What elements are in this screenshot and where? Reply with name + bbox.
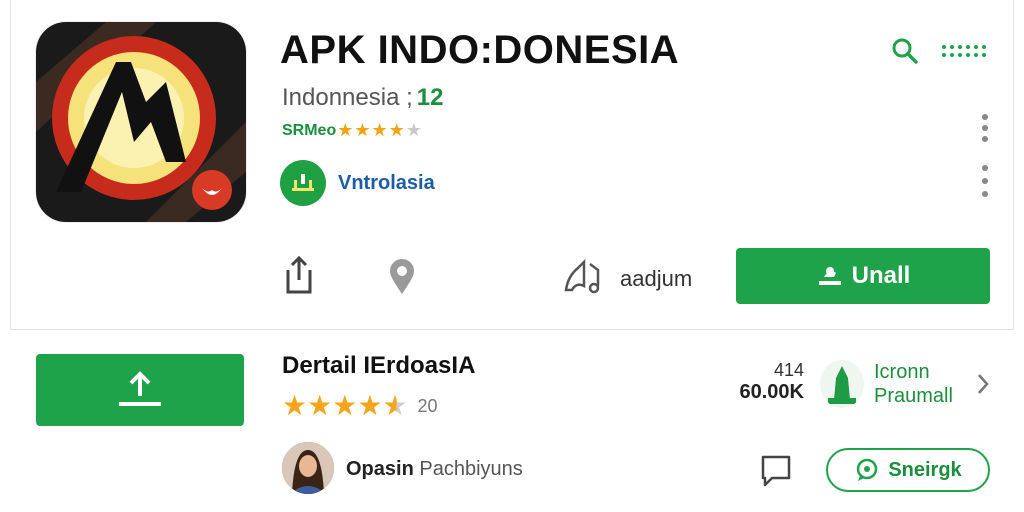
upload-icon [119, 371, 161, 406]
developer-logo[interactable] [820, 360, 864, 408]
avatar[interactable] [282, 442, 334, 494]
menu-dots-icon[interactable] [940, 42, 992, 60]
developer-info[interactable]: Icronn Praumall [874, 360, 953, 408]
developer-name: Vntrolasia [338, 171, 435, 194]
upload-button[interactable] [36, 354, 244, 426]
rating-row: SRMeo ★ ★ ★ ★ ★ [282, 120, 422, 141]
star-icon: ★ [282, 390, 308, 421]
kebab-icon[interactable] [978, 162, 992, 200]
star-icon: ★ [337, 120, 354, 140]
star-icon: ★ [371, 120, 388, 140]
star-icon: ★ [307, 390, 333, 421]
stat-bottom: 60.00K [739, 381, 805, 403]
search-icon[interactable] [890, 36, 920, 66]
chevron-right-icon[interactable] [976, 372, 990, 396]
install-button[interactable]: Unall [736, 248, 990, 304]
install-label: Unall [851, 262, 911, 289]
audio-label: aadjum [620, 266, 693, 291]
stat-top: 414 [773, 360, 804, 380]
star-icon: ★ [332, 390, 358, 421]
app-subtitle: Indonnesia ; 12 [282, 84, 443, 112]
app-subtitle-number: 12 [416, 84, 444, 111]
detail-rating: ★ ★ ★ ★ ★ 20 [282, 392, 438, 420]
app-subtitle-text: Indonnesia ; [282, 84, 413, 111]
app-title: APK INDO:DONESIA [280, 28, 680, 72]
audio-icon[interactable] [562, 256, 608, 296]
detail-title: Dertail IErdoasIA [282, 352, 476, 379]
rating-label: SRMeo [282, 121, 337, 139]
download-icon [818, 267, 841, 285]
location-pin-icon[interactable] [386, 258, 418, 296]
developer-line-2: Praumall [874, 385, 953, 407]
share-icon[interactable] [282, 254, 316, 296]
star-icon: ★ [405, 120, 422, 140]
user-name: Opasin Pachbiyuns [346, 458, 523, 481]
share-pill-label: Sneirgk [888, 458, 962, 481]
app-logo [36, 22, 246, 222]
developer-link[interactable]: Vntrolasia [280, 160, 435, 206]
half-star-icon: ★ [382, 390, 408, 421]
review-count: 20 [417, 395, 438, 416]
star-icon: ★ [388, 120, 405, 140]
user-name-first: Opasin [346, 458, 414, 480]
star-icon: ★ [357, 390, 383, 421]
user-name-rest: Pachbiyuns [419, 458, 523, 480]
share-pill-button[interactable]: Sneirgk [826, 448, 990, 492]
chat-icon [857, 458, 878, 481]
comment-icon[interactable] [760, 454, 792, 488]
download-stats: 414 60.00K [718, 360, 805, 404]
detail-section: Dertail IErdoasIA ★ ★ ★ ★ ★ 20 414 60.00… [0, 338, 1024, 512]
developer-line-1: Icronn [874, 361, 930, 383]
star-icon: ★ [354, 120, 371, 140]
kebab-icon[interactable] [978, 112, 992, 144]
developer-badge-icon [280, 160, 326, 206]
